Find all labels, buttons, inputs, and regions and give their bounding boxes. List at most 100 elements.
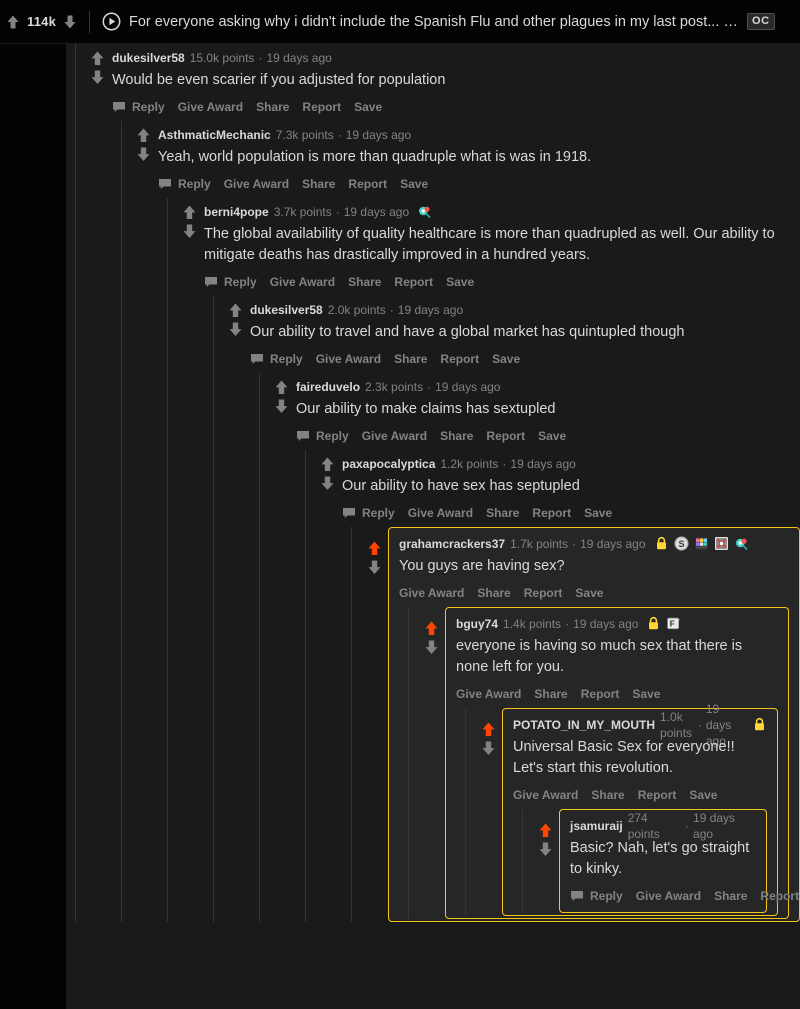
gold-lock-award-icon[interactable] (646, 616, 661, 631)
arrow-down-icon[interactable] (63, 14, 77, 30)
comment-upvote-icon[interactable] (481, 721, 496, 737)
comment-downvote-icon[interactable] (424, 639, 439, 655)
report-button[interactable]: Report (394, 275, 433, 289)
thread-indent-line[interactable] (522, 809, 523, 913)
give-award-button[interactable]: Give Award (456, 687, 521, 701)
reply-button[interactable]: Reply (296, 429, 349, 443)
pixel-award-2-icon[interactable] (714, 536, 729, 551)
thread-indent-line[interactable] (75, 44, 76, 922)
press-f-award-icon[interactable]: F (666, 616, 681, 631)
reply-button[interactable]: Reply (158, 177, 211, 191)
comment-author[interactable]: paxapocalyptica (342, 456, 435, 472)
report-button[interactable]: Report (532, 506, 571, 520)
report-button[interactable]: Report (486, 429, 525, 443)
play-circle-icon[interactable] (102, 12, 121, 31)
give-award-button[interactable]: Give Award (408, 506, 473, 520)
comment-author[interactable]: grahamcrackers37 (399, 536, 505, 552)
save-button[interactable]: Save (689, 788, 717, 802)
comment-upvote-icon[interactable] (182, 204, 197, 220)
give-award-button[interactable]: Give Award (178, 100, 243, 114)
comment-upvote-icon[interactable] (136, 127, 151, 143)
save-button[interactable]: Save (538, 429, 566, 443)
save-button[interactable]: Save (575, 586, 603, 600)
comment-downvote-icon[interactable] (538, 841, 553, 857)
thread-indent-line[interactable] (213, 296, 214, 922)
gold-lock-award-icon[interactable] (752, 717, 767, 732)
comment: grahamcrackers37 1.7k points · 19 days ago S… (342, 527, 800, 922)
share-button[interactable]: Share (348, 275, 381, 289)
comment-upvote-icon[interactable] (228, 302, 243, 318)
share-button[interactable]: Share (394, 352, 427, 366)
give-award-button[interactable]: Give Award (513, 788, 578, 802)
save-button[interactable]: Save (632, 687, 660, 701)
comment-author[interactable]: bguy74 (456, 616, 498, 632)
comment-upvote-icon[interactable] (367, 540, 382, 556)
reply-button[interactable]: Reply (112, 100, 165, 114)
comment-downvote-icon[interactable] (228, 321, 243, 337)
comment-upvote-icon[interactable] (274, 379, 289, 395)
arrow-up-icon[interactable] (6, 14, 20, 30)
report-button[interactable]: Report (524, 586, 563, 600)
share-button[interactable]: Share (302, 177, 335, 191)
report-button[interactable]: Report (638, 788, 677, 802)
share-button[interactable]: Share (440, 429, 473, 443)
share-button[interactable]: Share (256, 100, 289, 114)
report-button[interactable]: Report (760, 889, 799, 903)
comment-upvote-icon[interactable] (538, 822, 553, 838)
helpful-award-icon[interactable] (417, 204, 432, 219)
comment-author[interactable]: faireduvelo (296, 379, 360, 395)
comment-downvote-icon[interactable] (320, 475, 335, 491)
comment-upvote-icon[interactable] (424, 620, 439, 636)
reply-button[interactable]: Reply (250, 352, 303, 366)
pixel-award-icon[interactable] (694, 536, 709, 551)
comment-upvote-icon[interactable] (320, 456, 335, 472)
comment-downvote-icon[interactable] (274, 398, 289, 414)
reply-button[interactable]: Reply (342, 506, 395, 520)
thread-indent-line[interactable] (305, 450, 306, 922)
share-button[interactable]: Share (591, 788, 624, 802)
reply-button[interactable]: Reply (570, 889, 623, 903)
post-title[interactable]: For everyone asking why i didn't include… (129, 14, 739, 30)
thread-indent-line[interactable] (121, 121, 122, 922)
give-award-button[interactable]: Give Award (224, 177, 289, 191)
save-button[interactable]: Save (400, 177, 428, 191)
share-button[interactable]: Share (714, 889, 747, 903)
comment-author[interactable]: dukesilver58 (112, 50, 185, 66)
report-button[interactable]: Report (581, 687, 620, 701)
comment-author[interactable]: dukesilver58 (250, 302, 323, 318)
comment-downvote-icon[interactable] (136, 146, 151, 162)
share-button[interactable]: Share (486, 506, 519, 520)
give-award-button[interactable]: Give Award (362, 429, 427, 443)
give-award-button[interactable]: Give Award (399, 586, 464, 600)
comment-downvote-icon[interactable] (182, 223, 197, 239)
thread-indent-line[interactable] (351, 527, 352, 922)
comment-author[interactable]: berni4pope (204, 204, 269, 220)
save-button[interactable]: Save (354, 100, 382, 114)
gold-lock-award-icon[interactable] (654, 536, 669, 551)
report-button[interactable]: Report (440, 352, 479, 366)
thread-indent-line[interactable] (408, 607, 409, 919)
comment-author[interactable]: jsamuraij (570, 818, 623, 834)
save-button[interactable]: Save (584, 506, 612, 520)
comment-upvote-icon[interactable] (90, 50, 105, 66)
thread-indent-line[interactable] (167, 198, 168, 922)
reply-button[interactable]: Reply (204, 275, 257, 289)
report-button[interactable]: Report (348, 177, 387, 191)
give-award-button[interactable]: Give Award (636, 889, 701, 903)
give-award-button[interactable]: Give Award (270, 275, 335, 289)
comment-author[interactable]: POTATO_IN_MY_MOUTH (513, 717, 655, 733)
give-award-button[interactable]: Give Award (316, 352, 381, 366)
save-button[interactable]: Save (492, 352, 520, 366)
comment-downvote-icon[interactable] (481, 740, 496, 756)
share-button[interactable]: Share (534, 687, 567, 701)
comment-downvote-icon[interactable] (90, 69, 105, 85)
thread-indent-line[interactable] (465, 708, 466, 916)
silver-award-icon[interactable]: S (673, 536, 689, 551)
helpful-award-icon[interactable] (734, 536, 749, 551)
comment-downvote-icon[interactable] (367, 559, 382, 575)
thread-indent-line[interactable] (259, 373, 260, 922)
report-button[interactable]: Report (302, 100, 341, 114)
share-button[interactable]: Share (477, 586, 510, 600)
save-button[interactable]: Save (446, 275, 474, 289)
comment-author[interactable]: AsthmaticMechanic (158, 127, 271, 143)
